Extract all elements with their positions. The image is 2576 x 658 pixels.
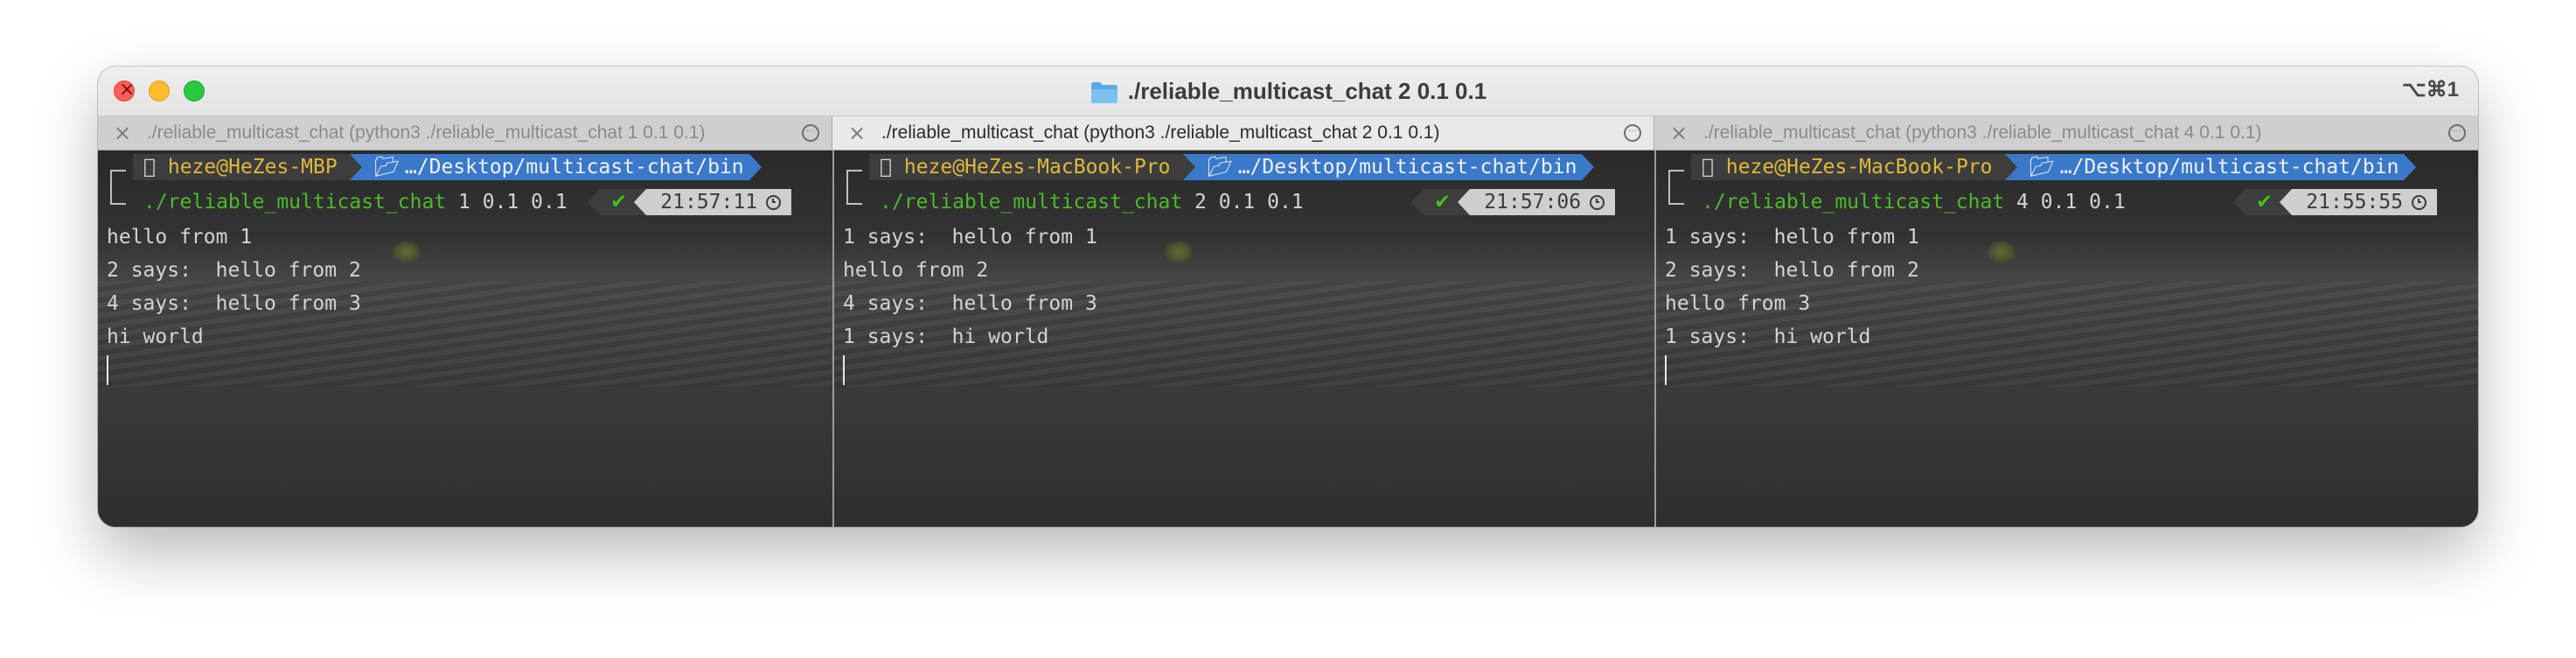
apple-icon:  bbox=[1691, 154, 1721, 180]
terminal-pane-2[interactable]:  heze@HeZes-MacBook-Pro 📂︎…/Desktop/mul… bbox=[834, 150, 1656, 527]
check-icon: ✔ bbox=[600, 189, 635, 215]
output-line: 1 says: hello from 1 bbox=[1665, 226, 1919, 248]
prompt-time: 21:55:55 bbox=[2306, 191, 2404, 214]
prompt-time: 21:57:11 bbox=[660, 191, 758, 214]
more-icon[interactable]: ··· bbox=[2448, 124, 2466, 142]
prompt-bracket bbox=[1668, 170, 1684, 205]
output-line: 2 says: hello from 2 bbox=[1665, 259, 1919, 282]
window-shortcut: ⌥⌘1 bbox=[2401, 78, 2459, 102]
more-icon[interactable]: ··· bbox=[802, 124, 819, 142]
output-line: 2 says: hello from 2 bbox=[107, 259, 361, 282]
command-name: ./reliable_multicast_chat bbox=[143, 191, 447, 214]
prompt-status: ✔ 21:57:11 bbox=[588, 189, 792, 215]
prompt-path-text: …/Desktop/multicast-chat/bin bbox=[2047, 156, 2399, 178]
apple-icon:  bbox=[133, 154, 163, 180]
tab-label: ./reliable_multicast_chat (python3 ./rel… bbox=[1703, 122, 2262, 143]
terminal-window: ./reliable_multicast_chat 2 0.1 0.1 ⌥⌘1 … bbox=[98, 66, 2478, 527]
text-cursor bbox=[843, 355, 845, 385]
prompt-user: heze@HeZes-MBP bbox=[162, 154, 350, 180]
prompt-time-segment: 21:57:06 bbox=[1470, 189, 1616, 215]
window-title-group: ./reliable_multicast_chat 2 0.1 0.1 bbox=[98, 75, 2478, 107]
folder-icon bbox=[1090, 82, 1117, 104]
text-cursor bbox=[107, 355, 108, 385]
prompt-user: heze@HeZes-MacBook-Pro bbox=[898, 154, 1183, 180]
more-icon[interactable]: ··· bbox=[1624, 124, 1641, 142]
tab-label: ./reliable_multicast_chat (python3 ./rel… bbox=[881, 122, 1440, 143]
apple-icon:  bbox=[869, 154, 899, 180]
terminal-pane-1[interactable]:  heze@HeZes-MBP 📂︎…/Desktop/multicast-c… bbox=[98, 150, 834, 527]
prompt-path: 📂︎ …/Desktop/multicast-chat/bin bbox=[2016, 154, 2405, 180]
terminal-pane-4[interactable]:  heze@HeZes-MacBook-Pro 📂︎…/Desktop/mul… bbox=[1656, 150, 2478, 527]
prompt-line:  heze@HeZes-MBP 📂︎…/Desktop/multicast-c… bbox=[133, 154, 762, 180]
prompt-line:  heze@HeZes-MacBook-Pro 📂︎…/Desktop/mul… bbox=[1691, 154, 2417, 180]
output-line: hello from 1 bbox=[107, 226, 253, 248]
output-line: 1 says: hello from 1 bbox=[843, 226, 1097, 248]
folder-icon: 📂︎ bbox=[2016, 156, 2055, 178]
command-args: 4 0.1 0.1 bbox=[2016, 191, 2126, 214]
prompt-path: 📂︎ …/Desktop/multicast-chat/bin bbox=[361, 154, 749, 180]
close-icon[interactable]: × bbox=[848, 116, 866, 150]
command-name: ./reliable_multicast_chat bbox=[880, 191, 1183, 214]
clock-icon bbox=[1590, 194, 1605, 210]
prompt-time-segment: 21:55:55 bbox=[2292, 189, 2438, 215]
prompt-bracket bbox=[110, 170, 126, 205]
command-args: 1 0.1 0.1 bbox=[458, 191, 567, 214]
prompt-path-text: …/Desktop/multicast-chat/bin bbox=[1225, 156, 1577, 178]
tab-session-2[interactable]: × ./reliable_multicast_chat (python3 ./r… bbox=[832, 116, 1654, 150]
tab-label: ./reliable_multicast_chat (python3 ./rel… bbox=[147, 122, 706, 143]
check-icon: ✔ bbox=[2245, 189, 2280, 215]
prompt-path-text: …/Desktop/multicast-chat/bin bbox=[393, 156, 744, 178]
window-title: ./reliable_multicast_chat 2 0.1 0.1 bbox=[1127, 78, 1487, 104]
prompt-user: heze@HeZes-MacBook-Pro bbox=[1720, 154, 2005, 180]
close-icon[interactable]: × bbox=[1670, 116, 1688, 150]
output-line: 1 says: hi world bbox=[1665, 326, 1871, 348]
output-lines: 1 says: hello from 1 2 says: hello from … bbox=[1665, 220, 1919, 354]
prompt-time-segment: 21:57:11 bbox=[646, 189, 792, 215]
output-line: 4 says: hello from 3 bbox=[843, 292, 1097, 315]
tab-session-1[interactable]: × ./reliable_multicast_chat (python3 ./r… bbox=[98, 116, 832, 150]
command-args: 2 0.1 0.1 bbox=[1194, 191, 1304, 214]
folder-icon: 📂︎ bbox=[361, 156, 400, 178]
check-icon: ✔ bbox=[1424, 189, 1459, 215]
output-lines: hello from 1 2 says: hello from 2 4 says… bbox=[107, 220, 361, 354]
prompt-path: 📂︎ …/Desktop/multicast-chat/bin bbox=[1194, 154, 1583, 180]
tab-session-4[interactable]: × ./reliable_multicast_chat (python3 ./r… bbox=[1654, 116, 2478, 150]
folder-icon: 📂︎ bbox=[1194, 156, 1233, 178]
output-line: 1 says: hi world bbox=[843, 326, 1049, 348]
text-cursor bbox=[1665, 355, 1667, 385]
clock-icon bbox=[766, 194, 782, 210]
clock-icon bbox=[2412, 194, 2427, 210]
prompt-line:  heze@HeZes-MacBook-Pro 📂︎…/Desktop/mul… bbox=[869, 154, 1595, 180]
output-line: hi world bbox=[107, 326, 204, 348]
split-panes:  heze@HeZes-MBP 📂︎…/Desktop/multicast-c… bbox=[98, 150, 2478, 527]
title-bar: ./reliable_multicast_chat 2 0.1 0.1 ⌥⌘1 bbox=[98, 66, 2478, 116]
close-icon[interactable]: × bbox=[114, 116, 131, 150]
command-line: ./reliable_multicast_chat 2 0.1 0.1 bbox=[880, 189, 1304, 215]
command-line: ./reliable_multicast_chat 1 0.1 0.1 bbox=[143, 189, 567, 215]
tab-bar: × ./reliable_multicast_chat (python3 ./r… bbox=[98, 116, 2478, 150]
command-name: ./reliable_multicast_chat bbox=[1702, 191, 2005, 214]
prompt-time: 21:57:06 bbox=[1484, 191, 1582, 214]
output-line: 4 says: hello from 3 bbox=[107, 292, 361, 315]
prompt-bracket bbox=[846, 170, 862, 205]
prompt-status: ✔ 21:57:06 bbox=[1411, 189, 1616, 215]
command-line: ./reliable_multicast_chat 4 0.1 0.1 bbox=[1702, 189, 2126, 215]
output-lines: 1 says: hello from 1 hello from 2 4 says… bbox=[843, 220, 1097, 354]
output-line: hello from 2 bbox=[843, 259, 989, 282]
prompt-status: ✔ 21:55:55 bbox=[2233, 189, 2438, 215]
output-line: hello from 3 bbox=[1665, 292, 1811, 315]
